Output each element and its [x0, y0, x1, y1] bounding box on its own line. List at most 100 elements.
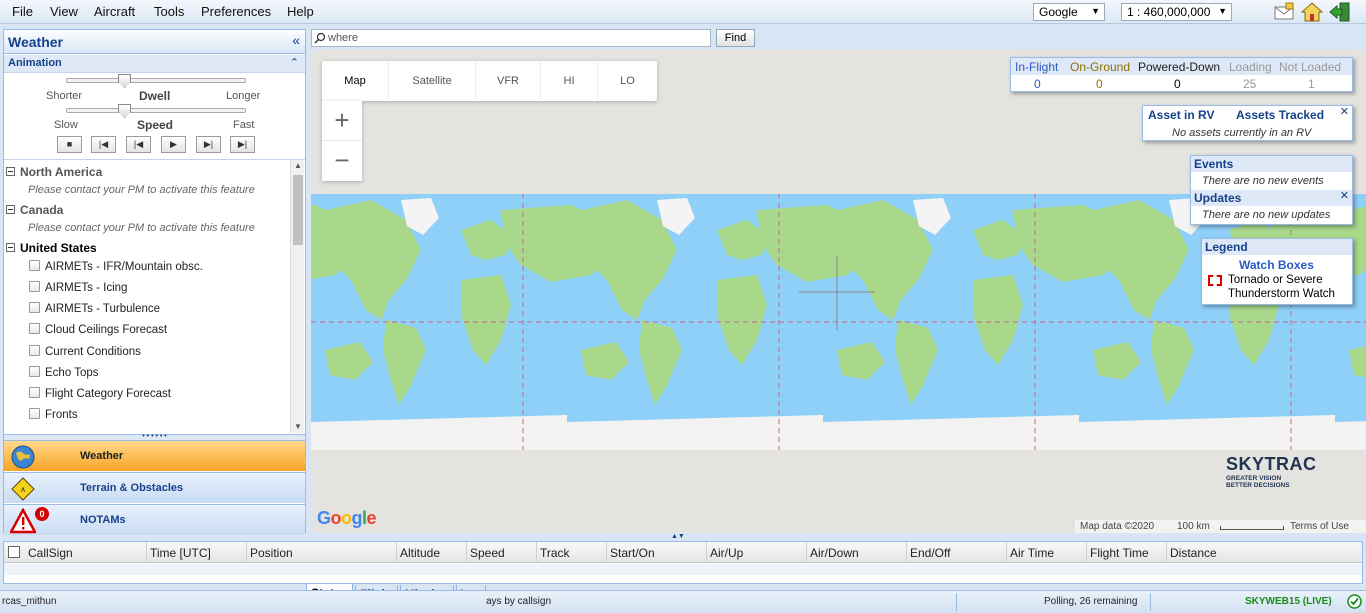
collapse-toggle-icon[interactable] — [6, 167, 15, 176]
first-frame-button[interactable]: |◀ — [91, 136, 116, 153]
nav-notams[interactable]: 0 NOTAMs — [4, 504, 305, 535]
layer-item[interactable]: AIRMETs - Turbulence — [29, 302, 160, 315]
animation-title: Animation — [8, 57, 62, 69]
loading-header[interactable]: Loading — [1229, 60, 1272, 74]
collapse-left-icon[interactable]: « — [292, 32, 300, 48]
last-frame-button[interactable]: ▶| — [230, 136, 255, 153]
layer-item[interactable]: Echo Tops — [29, 366, 99, 379]
column-header[interactable]: Air/Up — [710, 546, 743, 560]
column-header[interactable]: CallSign — [28, 546, 73, 560]
layer-item[interactable]: AIRMETs - Icing — [29, 281, 127, 294]
scale-value: 1 : 460,000,000 — [1127, 5, 1211, 19]
collapse-toggle-icon[interactable] — [6, 243, 15, 252]
assets-tracked-tab[interactable]: Assets Tracked — [1236, 108, 1324, 122]
region-notice: Please contact your PM to activate this … — [28, 184, 255, 196]
layer-checkbox[interactable] — [29, 281, 40, 292]
column-header[interactable]: Track — [540, 546, 570, 560]
mail-icon[interactable] — [1273, 2, 1295, 22]
step-forward-button[interactable]: ▶| — [196, 136, 221, 153]
column-header[interactable]: End/Off — [910, 546, 950, 560]
collapse-toggle-icon[interactable] — [6, 205, 15, 214]
menu-bar: File View Aircraft Tools Preferences Hel… — [0, 0, 1366, 24]
select-all-checkbox[interactable] — [8, 546, 20, 558]
terms-link[interactable]: Terms of Use — [1290, 521, 1349, 532]
powered-down-header[interactable]: Powered-Down — [1138, 60, 1220, 74]
speed-slider-thumb[interactable] — [118, 104, 131, 118]
close-icon[interactable]: ✕ — [1340, 189, 1349, 202]
layer-checkbox[interactable] — [29, 387, 40, 398]
zoom-in-button[interactable]: + — [322, 101, 362, 141]
collapse-up-icon[interactable]: ⌃ — [290, 56, 299, 69]
nav-terrain-obstacles[interactable]: ∧ Terrain & Obstacles — [4, 472, 305, 503]
map-type-satellite[interactable]: Satellite — [389, 61, 476, 101]
asset-in-rv-tab[interactable]: Asset in RV — [1148, 108, 1214, 122]
layer-checkbox[interactable] — [29, 260, 40, 271]
map-type-hi[interactable]: HI — [541, 61, 598, 101]
splitter-handle-icon[interactable]: ▲▼ — [671, 533, 685, 540]
layer-item[interactable]: Fronts — [29, 408, 78, 421]
column-header[interactable]: Position — [250, 546, 293, 560]
map-type-vfr[interactable]: VFR — [476, 61, 541, 101]
nav-weather[interactable]: Weather — [4, 440, 305, 471]
layer-item[interactable]: Flight Category Forecast — [29, 387, 171, 400]
in-flight-header[interactable]: In-Flight — [1015, 60, 1058, 74]
menu-file[interactable]: File — [12, 4, 33, 19]
weather-panel-header: Weather « — [4, 30, 305, 54]
menu-tools[interactable]: Tools — [154, 4, 184, 19]
on-ground-header[interactable]: On-Ground — [1070, 60, 1130, 74]
events-updates-box: ✕ Events There are no new events ✕ Updat… — [1190, 155, 1353, 225]
layer-checkbox[interactable] — [29, 345, 40, 356]
column-header[interactable]: Time [UTC] — [150, 546, 211, 560]
menu-preferences[interactable]: Preferences — [201, 4, 271, 19]
svg-text:∧: ∧ — [20, 485, 26, 494]
menu-aircraft[interactable]: Aircraft — [94, 4, 135, 19]
menu-view[interactable]: View — [50, 4, 78, 19]
dwell-slider-thumb[interactable] — [118, 74, 131, 88]
map-scale-label: 100 km — [1177, 521, 1210, 532]
search-placeholder: where — [328, 32, 358, 44]
column-header[interactable]: Air Time — [1010, 546, 1054, 560]
menu-help[interactable]: Help — [287, 4, 314, 19]
layer-item[interactable]: Cloud Ceilings Forecast — [29, 323, 167, 336]
scrollbar-thumb[interactable] — [293, 175, 303, 245]
region-north-america[interactable]: North America — [6, 165, 102, 179]
column-header[interactable]: Speed — [470, 546, 505, 560]
not-loaded-header[interactable]: Not Loaded — [1279, 60, 1341, 74]
stop-button[interactable]: ■ — [57, 136, 82, 153]
scroll-up-icon[interactable]: ▲ — [294, 161, 302, 170]
close-icon[interactable]: ✕ — [1340, 105, 1349, 118]
scale-select[interactable]: 1 : 460,000,000 ▼ — [1121, 3, 1232, 21]
speed-slider-track[interactable] — [66, 108, 246, 113]
zoom-out-button[interactable]: − — [322, 141, 362, 181]
find-button[interactable]: Find — [716, 29, 755, 47]
scroll-down-icon[interactable]: ▼ — [294, 422, 302, 431]
dwell-slider-track[interactable] — [66, 78, 246, 83]
layer-item[interactable]: Current Conditions — [29, 345, 141, 358]
region-united-states[interactable]: United States — [6, 241, 97, 255]
animation-header[interactable]: Animation ⌃ — [4, 55, 305, 73]
region-canada[interactable]: Canada — [6, 203, 63, 217]
play-button[interactable]: ▶ — [161, 136, 186, 153]
column-header[interactable]: Distance — [1170, 546, 1217, 560]
column-header[interactable]: Altitude — [400, 546, 440, 560]
layer-item[interactable]: AIRMETs - IFR/Mountain obsc. — [29, 260, 203, 273]
home-icon[interactable] — [1301, 2, 1323, 22]
column-header[interactable]: Air/Down — [810, 546, 859, 560]
column-header[interactable]: Flight Time — [1090, 546, 1149, 560]
step-back-icon: |◀ — [133, 139, 144, 149]
aircraft-grid: CallSign Time [UTC] Position Altitude Speed T… — [3, 541, 1363, 584]
location-search-input[interactable]: where — [311, 29, 711, 47]
column-header[interactable]: Start/On — [610, 546, 655, 560]
layer-checkbox[interactable] — [29, 408, 40, 419]
map-provider-select[interactable]: Google ▼ — [1033, 3, 1105, 21]
step-back-button[interactable]: |◀ — [126, 136, 151, 153]
map-type-map[interactable]: Map — [322, 61, 389, 101]
map-data-label: Map data ©2020 — [1080, 521, 1155, 532]
logout-icon[interactable] — [1329, 2, 1351, 22]
legend-line-1: Tornado or Severe — [1228, 274, 1323, 286]
layer-checkbox[interactable] — [29, 323, 40, 334]
layer-checkbox[interactable] — [29, 366, 40, 377]
map-type-lo[interactable]: LO — [598, 61, 657, 101]
layer-scrollbar[interactable]: ▲ ▼ — [290, 160, 304, 433]
layer-checkbox[interactable] — [29, 302, 40, 313]
